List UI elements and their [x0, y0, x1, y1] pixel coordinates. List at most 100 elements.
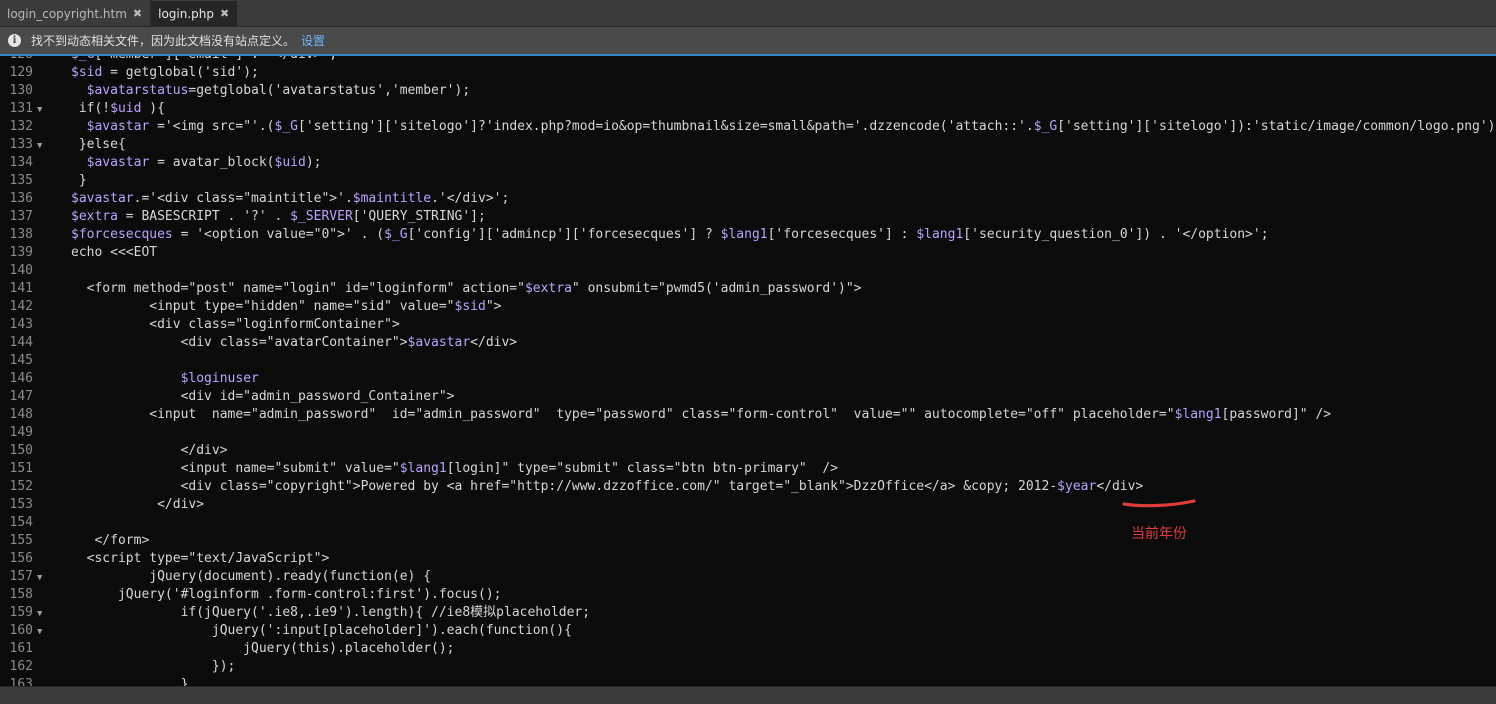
- close-icon[interactable]: ✖: [133, 7, 142, 20]
- fold-icon[interactable]: ▼: [37, 137, 49, 155]
- code-text: }: [71, 677, 189, 686]
- line-number: 129: [9, 65, 33, 80]
- line-number: 128: [0, 56, 33, 64]
- code-line: 149: [0, 424, 1496, 442]
- code-line: 163 }: [0, 676, 1496, 686]
- fold-icon[interactable]: ▼: [37, 569, 49, 587]
- code-line: 153 </div>: [0, 496, 1496, 514]
- line-number: 143: [9, 317, 33, 332]
- code-line: 142 <input type="hidden" name="sid" valu…: [0, 298, 1496, 316]
- annotation-label: 当前年份: [1131, 526, 1187, 542]
- line-number: 139: [9, 245, 33, 260]
- fold-icon[interactable]: ▼: [37, 605, 49, 623]
- code-line: 145: [0, 352, 1496, 370]
- tab-label: login_copyright.htm: [7, 6, 127, 21]
- code-line: 159 ▼ if(jQuery('.ie8,.ie9').length){ //i…: [0, 604, 1496, 622]
- code-text: <script type="text/JavaScript">: [71, 551, 330, 566]
- line-number: 147: [9, 389, 33, 404]
- code-line: 154: [0, 514, 1496, 532]
- code-line: 137 $extra = BASESCRIPT . '?' . $_SERVER[…: [0, 208, 1496, 226]
- code-line: 144 <div class="avatarContainer">$avasta…: [0, 334, 1496, 352]
- line-number: 131: [9, 101, 33, 116]
- code-line: 152 <div class="copyright">Powered by <a…: [0, 478, 1496, 496]
- fold-icon[interactable]: ▼: [37, 101, 49, 119]
- line-number: 162: [9, 659, 33, 674]
- code-text: jQuery(document).ready(function(e) {: [71, 569, 432, 584]
- code-text: jQuery(this).placeholder();: [71, 641, 455, 656]
- line-number: 163: [9, 677, 33, 686]
- code-line: 143 <div class="loginformContainer">: [0, 316, 1496, 334]
- code-text: $avatarstatus=getglobal('avatarstatus','…: [86, 83, 471, 98]
- close-icon[interactable]: ✖: [220, 7, 229, 20]
- line-number: 144: [9, 335, 33, 350]
- code-line: 128 $_G['member']['email'] . '</div>';: [0, 56, 1496, 64]
- code-text: <input name="admin_password" id="admin_p…: [71, 407, 1332, 422]
- code-text: $forcesecques = '<option value="0">' . (…: [71, 227, 1269, 242]
- code-line: 147 <div id="admin_password_Container">: [0, 388, 1496, 406]
- code-text: </div>: [71, 497, 205, 512]
- fold-icon[interactable]: ▼: [37, 623, 49, 641]
- code-text: $avastar ='<img src="'.($_G['setting']['…: [86, 119, 1496, 134]
- code-lines: 128 $_G['member']['email'] . '</div>'; 129…: [0, 56, 1496, 686]
- line-number: 149: [9, 425, 33, 440]
- code-text: $avastar.='<div class="maintitle">'.$mai…: [71, 191, 510, 206]
- code-line: 141 <form method="post" name="login" id=…: [0, 280, 1496, 298]
- line-number: 137: [9, 209, 33, 224]
- tab-login-copyright[interactable]: login_copyright.htm ✖: [0, 1, 151, 26]
- code-line: 140: [0, 262, 1496, 280]
- status-bar: [0, 686, 1496, 704]
- code-line: 132 $avastar ='<img src="'.($_G['setting…: [0, 118, 1496, 136]
- code-line: 150 </div>: [0, 442, 1496, 460]
- code-text: }else{: [71, 137, 126, 152]
- line-number: 130: [9, 83, 33, 98]
- code-text: if(!$uid ){: [71, 101, 165, 116]
- info-icon: i: [8, 34, 21, 47]
- code-text: <div class="loginformContainer">: [71, 317, 400, 332]
- code-text: jQuery('#loginform .form-control:first')…: [71, 587, 502, 602]
- tab-label: login.php: [158, 6, 215, 21]
- line-number: 132: [9, 119, 33, 134]
- code-text: });: [71, 659, 236, 674]
- code-text: <input name="submit" value="$lang1[login…: [71, 461, 839, 476]
- site-settings-link[interactable]: 设置: [301, 32, 325, 49]
- code-line: 135 }: [0, 172, 1496, 190]
- code-text: jQuery(':input[placeholder]').each(funct…: [71, 623, 572, 638]
- line-number: 133: [9, 137, 33, 152]
- line-number: 148: [9, 407, 33, 422]
- line-number: 146: [9, 371, 33, 386]
- code-text: <div id="admin_password_Container">: [71, 389, 455, 404]
- line-number: 155: [9, 533, 33, 548]
- line-number: 158: [9, 587, 33, 602]
- info-bar: i 找不到动态相关文件，因为此文档没有站点定义。 设置: [0, 27, 1496, 56]
- tab-login-php[interactable]: login.php ✖: [151, 1, 238, 26]
- line-number: 145: [9, 353, 33, 368]
- line-number: 156: [9, 551, 33, 566]
- code-text: }: [71, 173, 87, 188]
- line-number: 138: [9, 227, 33, 242]
- line-number: 135: [9, 173, 33, 188]
- code-line: 130 $avatarstatus=getglobal('avatarstatu…: [0, 82, 1496, 100]
- code-text: </form>: [71, 533, 150, 548]
- line-number: 161: [9, 641, 33, 656]
- code-line: 161 jQuery(this).placeholder();: [0, 640, 1496, 658]
- line-number: 142: [9, 299, 33, 314]
- code-line: 156 <script type="text/JavaScript">: [0, 550, 1496, 568]
- code-text: <div class="copyright">Powered by <a hre…: [71, 479, 1144, 494]
- line-number: 151: [9, 461, 33, 476]
- line-number: 154: [9, 515, 33, 530]
- line-number: 160: [9, 623, 33, 638]
- line-number: 134: [9, 155, 33, 170]
- code-text: <input type="hidden" name="sid" value="$…: [71, 299, 502, 314]
- code-line: 162 });: [0, 658, 1496, 676]
- code-line: 146 $loginuser: [0, 370, 1496, 388]
- code-line: 158 jQuery('#loginform .form-control:fir…: [0, 586, 1496, 604]
- code-line: 139 echo <<<EOT: [0, 244, 1496, 262]
- code-line: 160 ▼ jQuery(':input[placeholder]').each(…: [0, 622, 1496, 640]
- code-line: 129 $sid = getglobal('sid');: [0, 64, 1496, 82]
- code-editor[interactable]: 128 $_G['member']['email'] . '</div>'; 129…: [0, 56, 1496, 686]
- code-line: 138 $forcesecques = '<option value="0">' …: [0, 226, 1496, 244]
- line-number: 140: [9, 263, 33, 278]
- line-number: 157: [9, 569, 33, 584]
- code-line: 134 $avastar = avatar_block($uid);: [0, 154, 1496, 172]
- code-line: 148 <input name="admin_password" id="adm…: [0, 406, 1496, 424]
